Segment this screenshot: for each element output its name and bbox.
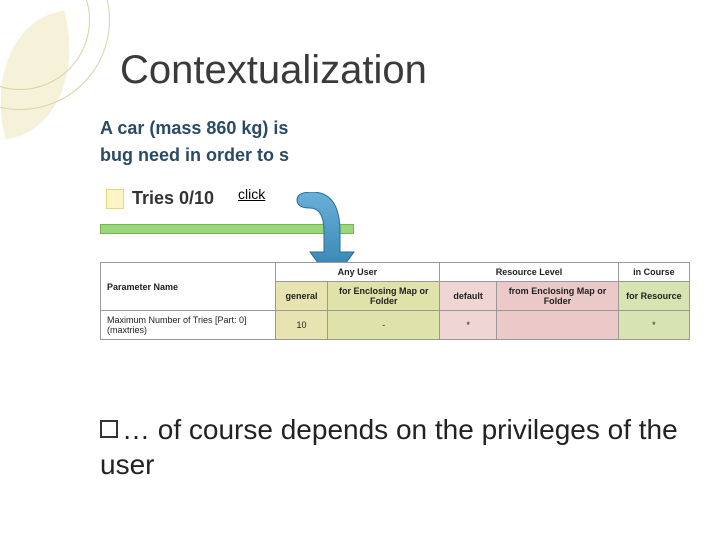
map-cell[interactable]: -	[328, 311, 440, 340]
forres-cell[interactable]: *	[618, 311, 689, 340]
resource-level-header: Resource Level	[440, 263, 619, 282]
frommap-cell[interactable]	[497, 311, 619, 340]
problem-line-1: A car (mass 860 kg) is	[100, 118, 289, 139]
from-enclosing-header: from Enclosing Map or Folder	[497, 282, 619, 311]
param-name-cell: Maximum Number of Tries [Part: 0] (maxtr…	[101, 311, 276, 340]
bullet-content: … of course depends on the privileges of…	[100, 414, 678, 480]
any-user-header: Any User	[275, 263, 440, 282]
general-cell[interactable]: 10	[275, 311, 328, 340]
problem-line-2: bug need in order to s	[100, 145, 289, 166]
param-name-header: Parameter Name	[101, 263, 276, 311]
default-header: default	[440, 282, 497, 311]
for-resource-header: for Resource	[618, 282, 689, 311]
bullet-text: … of course depends on the privileges of…	[100, 412, 690, 482]
table-row: Maximum Number of Tries [Part: 0] (maxtr…	[101, 311, 690, 340]
tries-label[interactable]: Tries 0/10	[132, 188, 214, 209]
default-cell[interactable]: *	[440, 311, 497, 340]
slide: Contextualization A car (mass 860 kg) is…	[0, 0, 720, 540]
page-title: Contextualization	[120, 48, 427, 93]
in-course-header-2: in Course	[618, 263, 689, 282]
table-row: Parameter Name Any User Resource Level i…	[101, 263, 690, 282]
tries-box-icon	[106, 189, 124, 209]
bullet-square-icon	[100, 420, 118, 438]
enclosing-header: for Enclosing Map or Folder	[328, 282, 440, 311]
problem-text: A car (mass 860 kg) is bug need in order…	[100, 118, 289, 166]
parameter-table: Parameter Name Any User Resource Level i…	[100, 262, 690, 340]
click-label: click	[238, 186, 265, 202]
tries-row: Tries 0/10	[106, 188, 214, 209]
general-header: general	[275, 282, 328, 311]
